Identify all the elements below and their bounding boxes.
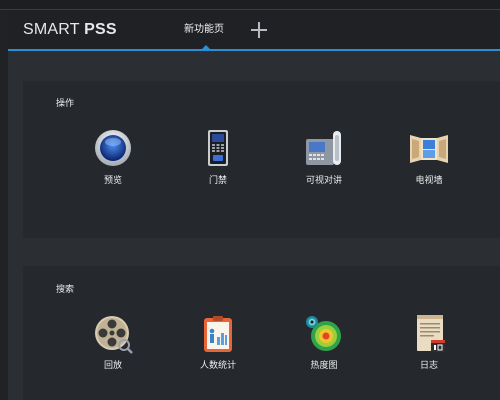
tv-wall-button[interactable]: 电视墙 — [389, 127, 469, 186]
app-logo-bold: PSS — [84, 21, 117, 38]
add-tab-plus-icon[interactable] — [251, 22, 267, 38]
playback-label: 回放 — [103, 361, 122, 371]
access-control-label: 门禁 — [208, 176, 227, 186]
log-label: 日志 — [419, 361, 438, 371]
preview-label: 预览 — [103, 176, 122, 186]
video-intercom-button[interactable]: 可视对讲 — [284, 127, 364, 186]
log-button[interactable]: 日志 — [389, 312, 469, 371]
app-logo-light: SMART — [23, 21, 85, 38]
heatmap-button[interactable]: 热度图 — [284, 312, 364, 371]
tab-label: 新功能页 — [184, 24, 224, 35]
people-counting-button[interactable]: 人数统计 — [178, 312, 258, 371]
access-control-button[interactable]: 门禁 — [178, 127, 258, 186]
section-title-operation: 操作 — [56, 99, 75, 109]
preview-camera-icon — [91, 127, 135, 171]
tab-new-function-page[interactable]: 新功能页 — [172, 10, 236, 50]
video-intercom-label: 可视对讲 — [305, 176, 342, 186]
heatmap-icon — [302, 312, 346, 356]
video-intercom-icon — [302, 127, 346, 171]
tv-wall-label: 电视墙 — [415, 176, 443, 186]
log-icon — [407, 312, 451, 356]
access-control-icon — [196, 127, 240, 171]
people-counting-icon — [196, 312, 240, 356]
preview-button[interactable]: 预览 — [73, 127, 153, 186]
tv-wall-icon — [407, 127, 451, 171]
window-left-edge — [0, 10, 8, 400]
section-title-search: 搜索 — [56, 285, 75, 295]
playback-button[interactable]: 回放 — [73, 312, 153, 371]
app-logo: SMART PSS — [23, 21, 117, 39]
playback-reel-icon — [91, 312, 135, 356]
people-counting-label: 人数统计 — [199, 361, 236, 371]
heatmap-label: 热度图 — [310, 361, 338, 371]
window-top-strip — [0, 0, 500, 10]
